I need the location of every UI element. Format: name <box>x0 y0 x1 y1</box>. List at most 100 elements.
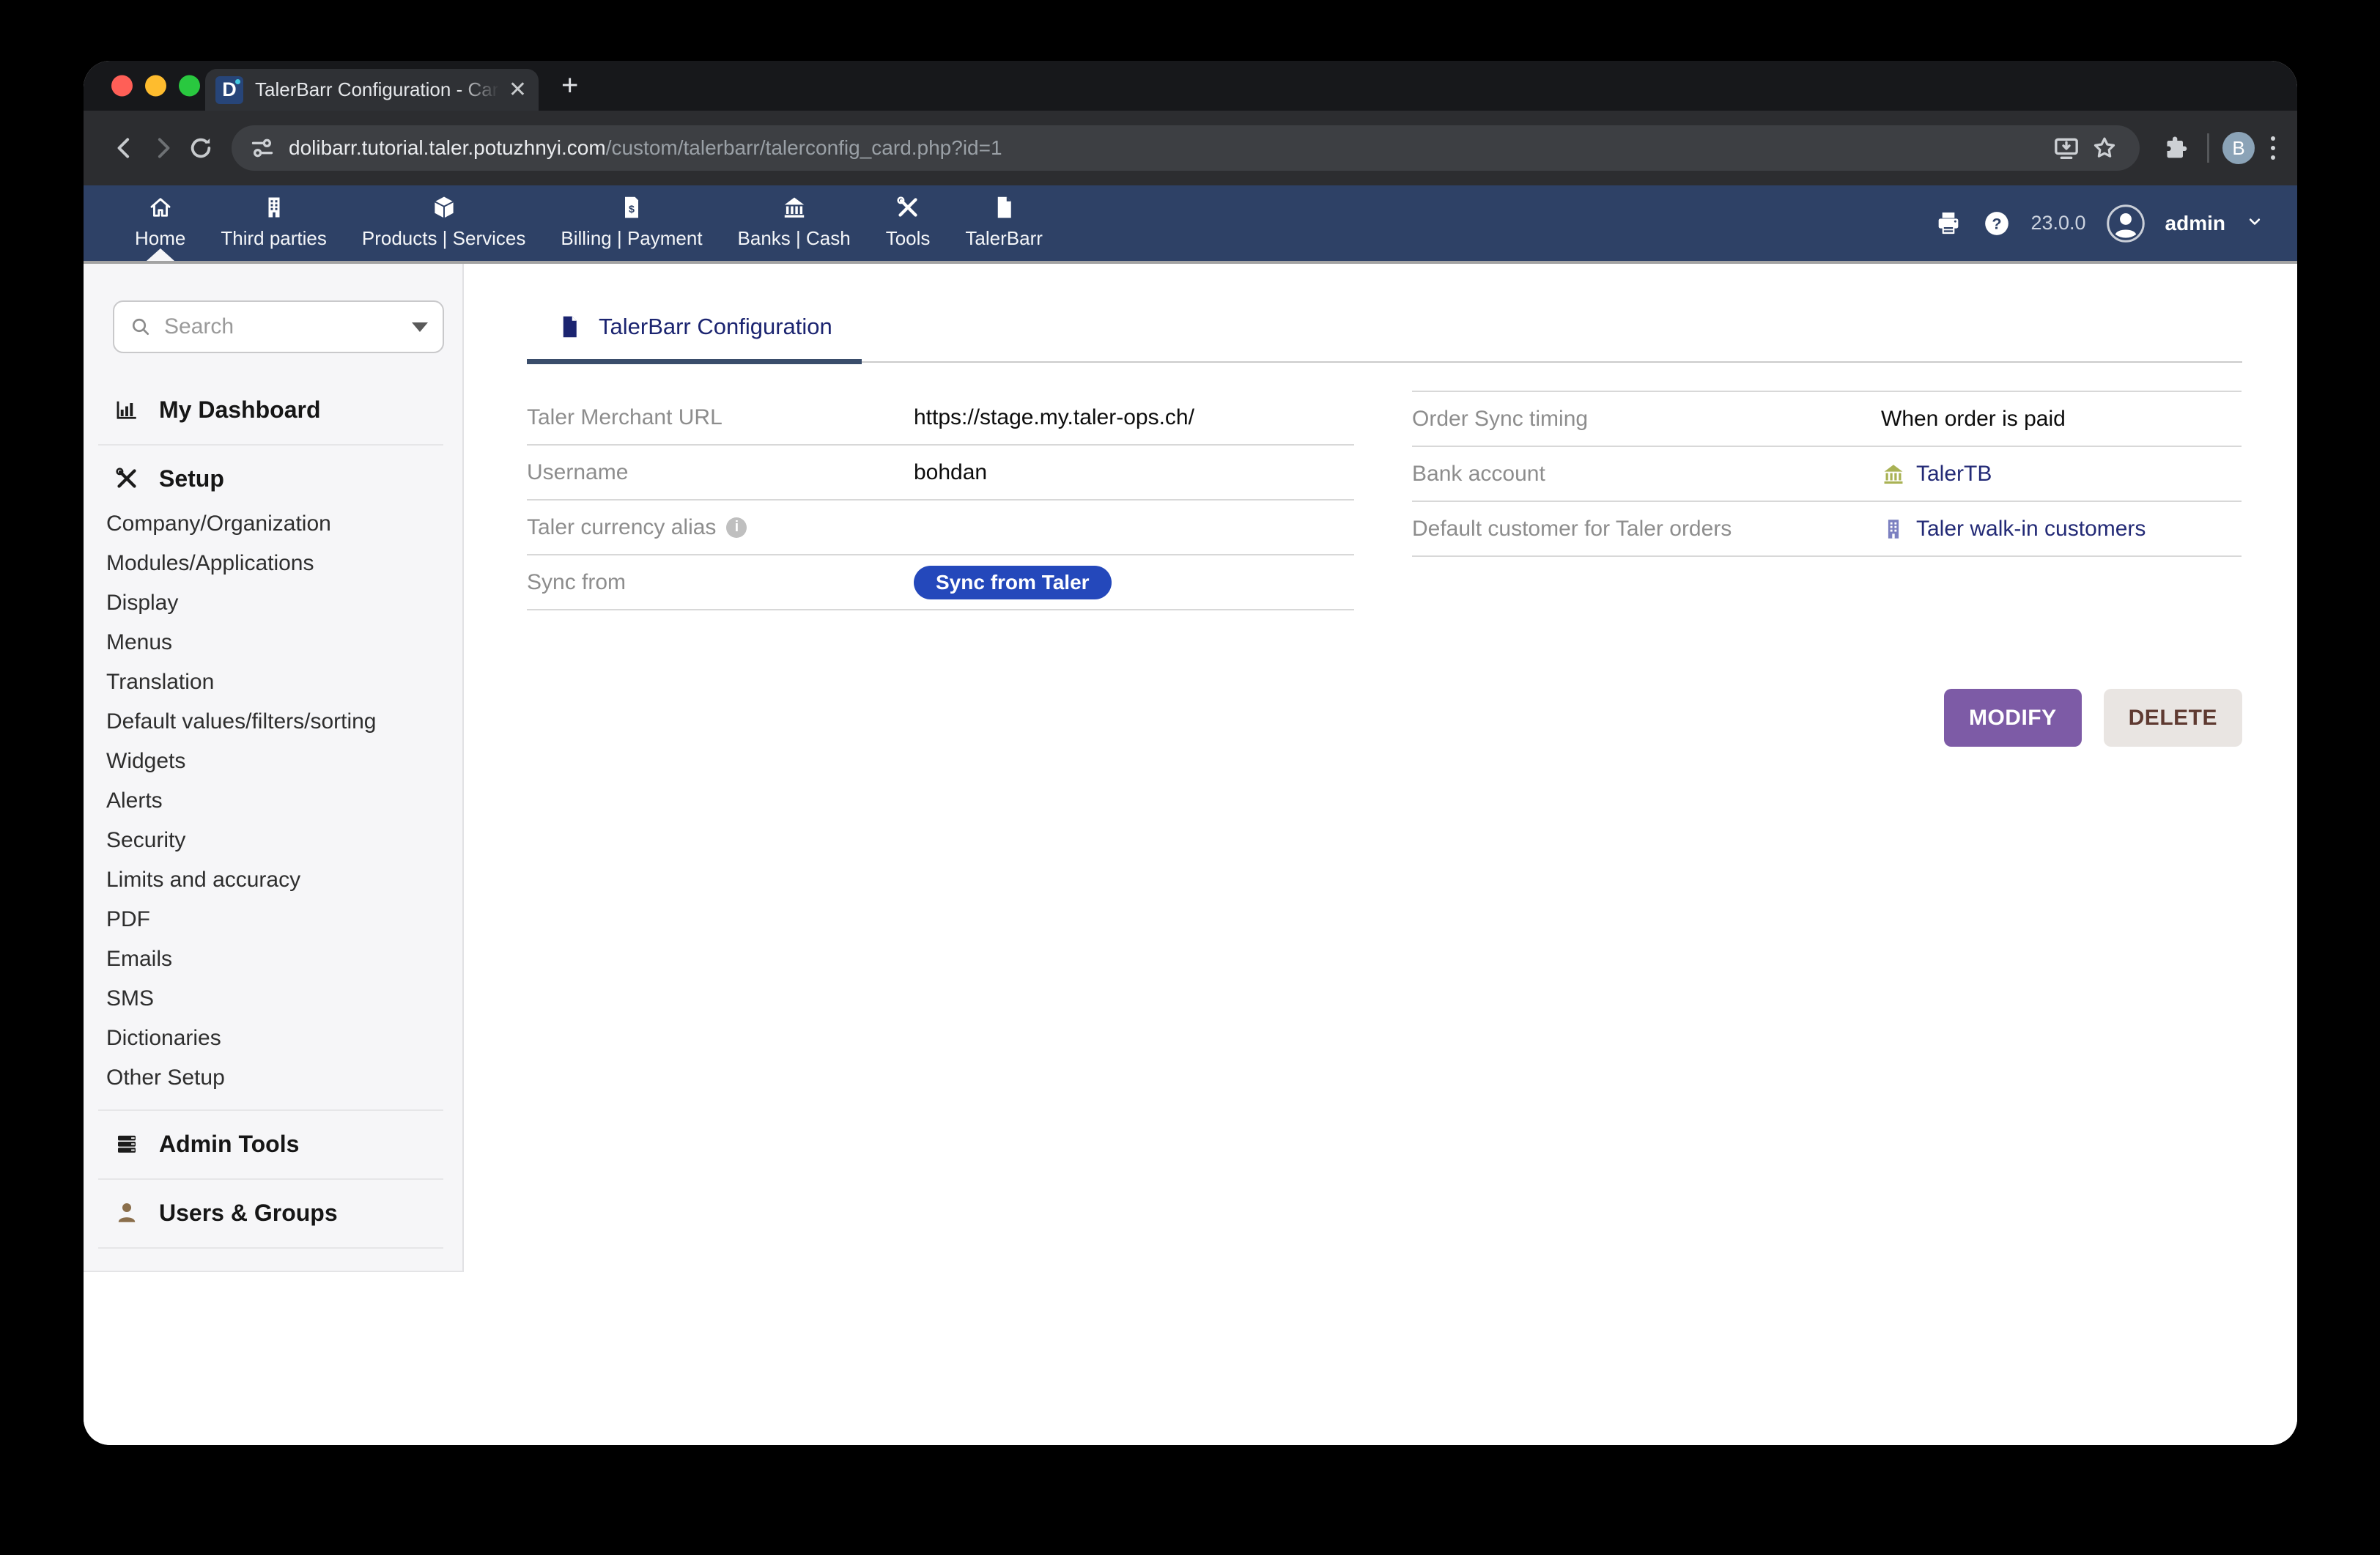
table-row: Username bohdan <box>527 446 1354 501</box>
browser-window: D TalerBarr Configuration - Card ✕ + dol… <box>84 61 2297 1445</box>
setup-tools-icon <box>114 465 140 492</box>
sidebar-header-label: My Dashboard <box>159 396 320 424</box>
tools-icon <box>895 194 921 221</box>
tab-talerbarr-configuration[interactable]: TalerBarr Configuration <box>527 308 862 364</box>
sidebar-header-label: Setup <box>159 465 224 492</box>
field-value: Taler walk-in customers <box>1881 517 2146 542</box>
field-value: https://stage.my.taler-ops.ch/ <box>914 405 1194 430</box>
default-customer-link[interactable]: Taler walk-in customers <box>1916 517 2146 542</box>
menu-home[interactable]: Home <box>117 185 203 261</box>
logged-in-user[interactable]: admin <box>2165 212 2225 235</box>
server-stack-icon <box>114 1131 140 1157</box>
user-avatar-icon[interactable] <box>2105 203 2146 244</box>
extensions-puzzle-icon[interactable] <box>2156 129 2194 167</box>
menu-label: Banks | Cash <box>738 227 851 250</box>
tab-baseline <box>862 361 2242 363</box>
back-icon[interactable] <box>106 129 144 167</box>
field-label: Default customer for Taler orders <box>1412 517 1881 542</box>
help-icon[interactable]: ? <box>1982 209 2011 238</box>
sidebar-item-translation[interactable]: Translation <box>84 662 462 702</box>
sidebar-search[interactable] <box>113 300 444 353</box>
box-icon <box>431 194 457 221</box>
config-table-right: Order Sync timing When order is paid Ban… <box>1412 391 2242 557</box>
table-row: Order Sync timing When order is paid <box>1412 392 2242 447</box>
close-window-button[interactable] <box>111 75 133 97</box>
menu-billing-payment[interactable]: $ Billing | Payment <box>543 185 720 261</box>
menu-label: Third parties <box>221 227 327 250</box>
sidebar-item-company-organization[interactable]: Company/Organization <box>84 504 462 544</box>
menu-products-services[interactable]: Products | Services <box>344 185 544 261</box>
company-icon <box>1881 517 1906 542</box>
sidebar-item-widgets[interactable]: Widgets <box>84 742 462 781</box>
browser-toolbar: dolibarr.tutorial.taler.potuzhnyi.com/cu… <box>84 111 2297 185</box>
svg-text:?: ? <box>1992 214 2002 232</box>
sidebar-header-label: Admin Tools <box>159 1131 299 1158</box>
sidebar-divider <box>98 1109 443 1111</box>
print-icon[interactable] <box>1934 209 1963 238</box>
menu-talerbarr[interactable]: TalerBarr <box>947 185 1060 261</box>
bank-account-icon <box>1881 462 1906 487</box>
sidebar-item-default-values[interactable]: Default values/filters/sorting <box>84 702 462 742</box>
macos-window-controls <box>111 75 200 97</box>
reload-icon[interactable] <box>182 129 220 167</box>
menu-label: Home <box>135 227 185 250</box>
browser-tab[interactable]: D TalerBarr Configuration - Card ✕ <box>205 69 539 111</box>
url-path: /custom/talerbarr/talerconfig_card.php?i… <box>606 136 1002 159</box>
card-tabs: TalerBarr Configuration <box>527 308 2242 364</box>
sidebar-item-limits-accuracy[interactable]: Limits and accuracy <box>84 860 462 900</box>
sidebar-item-security[interactable]: Security <box>84 821 462 860</box>
url-domain: dolibarr.tutorial.taler.potuzhnyi.com <box>289 136 606 159</box>
field-value: TalerTB <box>1881 462 1992 487</box>
sidebar-item-menus[interactable]: Menus <box>84 623 462 662</box>
bank-account-link[interactable]: TalerTB <box>1916 462 1992 487</box>
delete-button[interactable]: DELETE <box>2104 689 2242 747</box>
sidebar-item-pdf[interactable]: PDF <box>84 900 462 939</box>
address-bar[interactable]: dolibarr.tutorial.taler.potuzhnyi.com/cu… <box>232 125 2140 171</box>
menu-third-parties[interactable]: Third parties <box>203 185 344 261</box>
field-label: Order Sync timing <box>1412 407 1881 432</box>
sidebar-item-sms[interactable]: SMS <box>84 979 462 1019</box>
sidebar-item-dictionaries[interactable]: Dictionaries <box>84 1019 462 1058</box>
setup-menu-list: Company/Organization Modules/Application… <box>84 501 462 1098</box>
close-tab-icon[interactable]: ✕ <box>509 79 527 101</box>
sidebar-header-label: Users & Groups <box>159 1200 338 1227</box>
forward-icon[interactable] <box>144 129 182 167</box>
config-tables: Taler Merchant URL https://stage.my.tale… <box>527 391 2242 610</box>
table-row: Taler Merchant URL https://stage.my.tale… <box>527 391 1354 446</box>
browser-profile-avatar[interactable]: B <box>2222 132 2255 164</box>
app-version: 23.0.0 <box>2030 212 2085 234</box>
sidebar-item-modules-applications[interactable]: Modules/Applications <box>84 544 462 583</box>
search-input[interactable] <box>164 314 400 339</box>
modify-button[interactable]: MODIFY <box>1944 689 2082 747</box>
site-settings-icon[interactable] <box>248 133 277 163</box>
sidebar-item-users-groups[interactable]: Users & Groups <box>84 1190 462 1235</box>
search-dropdown-caret-icon[interactable] <box>412 322 428 332</box>
install-app-icon[interactable] <box>2047 129 2085 167</box>
bookmark-star-icon[interactable] <box>2085 129 2124 167</box>
sidebar-item-other-setup[interactable]: Other Setup <box>84 1058 462 1098</box>
sync-from-taler-button[interactable]: Sync from Taler <box>914 566 1112 599</box>
sidebar-item-alerts[interactable]: Alerts <box>84 781 462 821</box>
menu-banks-cash[interactable]: Banks | Cash <box>720 185 868 261</box>
sidebar-divider <box>98 1178 443 1180</box>
menu-tools[interactable]: Tools <box>868 185 948 261</box>
minimize-window-button[interactable] <box>145 75 166 97</box>
browser-tabstrip: D TalerBarr Configuration - Card ✕ + <box>84 61 2297 111</box>
browser-menu-icon[interactable] <box>2271 136 2275 160</box>
sidebar-item-my-dashboard[interactable]: My Dashboard <box>84 387 462 432</box>
fullscreen-window-button[interactable] <box>179 75 200 97</box>
info-icon[interactable]: i <box>726 517 747 538</box>
top-menu-items: Home Third parties Products | Services $… <box>84 185 1060 261</box>
chevron-down-icon[interactable] <box>2244 211 2265 235</box>
new-tab-icon[interactable]: + <box>561 70 578 103</box>
sidebar-item-emails[interactable]: Emails <box>84 939 462 979</box>
menu-label: Billing | Payment <box>561 227 702 250</box>
sidebar-item-setup[interactable]: Setup <box>84 456 462 501</box>
toolbar-divider <box>2207 133 2209 163</box>
sidebar-item-admin-tools[interactable]: Admin Tools <box>84 1121 462 1167</box>
sidebar-item-display[interactable]: Display <box>84 583 462 623</box>
document-icon <box>556 314 583 340</box>
action-buttons: MODIFY DELETE <box>527 689 2242 747</box>
url-text: dolibarr.tutorial.taler.potuzhnyi.com/cu… <box>289 136 2047 160</box>
page-title: TalerBarr Configuration <box>599 314 832 340</box>
